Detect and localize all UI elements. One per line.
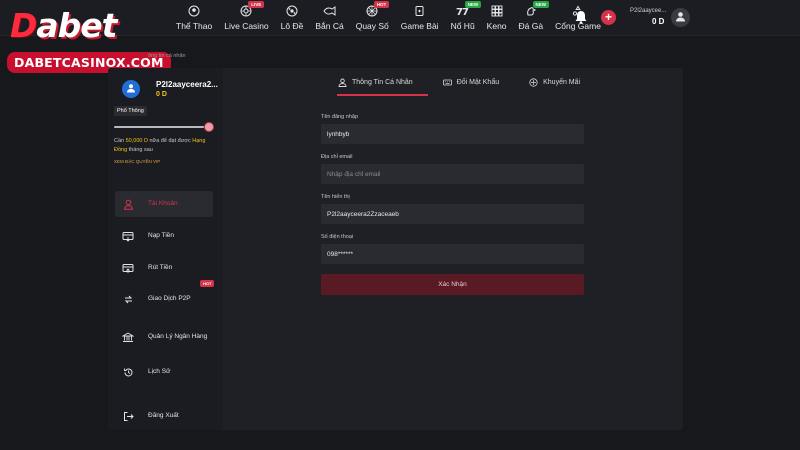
new-badge: NEW [532, 1, 550, 8]
nav-item-no-hu[interactable]: NEW 77 Nổ Hũ [445, 1, 482, 33]
tab-label: Khuyến Mãi [543, 78, 581, 86]
history-icon [122, 366, 134, 378]
sidebar-item-label: Giao Dịch P2P [148, 295, 191, 302]
tier-progress-marker [204, 122, 214, 132]
username-field[interactable] [321, 124, 584, 144]
new-badge: NEW [464, 1, 482, 8]
header-avatar[interactable] [671, 8, 690, 27]
logo-wordmark: Dabet [10, 6, 117, 45]
tab-label: Thông Tin Cá Nhân [352, 78, 413, 86]
note-middle: nữa để đạt được [147, 138, 193, 144]
hot-badge: HOT [200, 280, 215, 287]
username-label: Tên đăng nhập [321, 114, 359, 120]
nav-item-lo-de[interactable]: Lô Đề [275, 3, 310, 33]
sidebar-item-label: Lịch Sử [148, 368, 171, 375]
nav-item-ban-ca[interactable]: Bắn Cá [309, 3, 349, 33]
gift-icon [529, 77, 538, 87]
tab-promotions[interactable]: Khuyến Mãi [514, 68, 595, 96]
sidebar-item-bank[interactable]: Quản Lý Ngân Hàng [115, 322, 213, 352]
sidebar-item-withdraw[interactable]: Rút Tiền [115, 255, 213, 281]
tab-label: Đổi Mật Khẩu [456, 78, 500, 86]
tier-progress-note: Cần 50,000 D nữa để đạt được Hạng Đồng t… [114, 137, 218, 155]
cards-icon [413, 4, 427, 18]
breadcrumb: ông tin cá nhân [148, 53, 186, 59]
sidebar-item-label: Rút Tiền [148, 264, 173, 271]
deposit-card-icon [122, 230, 134, 242]
sidebar-item-history[interactable]: Lịch Sử [115, 359, 213, 385]
tier-progress-fill [114, 126, 205, 128]
nav-item-da-ga[interactable]: NEW Đá Gà [513, 1, 550, 33]
nav-label: Live Casino [224, 21, 269, 31]
bell-icon[interactable] [573, 9, 589, 25]
logout-icon [122, 410, 134, 422]
confirm-button[interactable]: Xác Nhận [321, 274, 584, 295]
nav-label: Lô Đề [280, 21, 304, 31]
nav-item-game-bai[interactable]: Game Bài [395, 3, 445, 33]
nav-item-the-thao[interactable]: Thể Thao [170, 3, 218, 33]
nav-item-live-casino[interactable]: LIVE Live Casino [218, 1, 274, 33]
user-icon [122, 198, 134, 210]
note-prefix: Cần [114, 138, 126, 144]
profile-balance: 0 D [156, 91, 167, 98]
svg-text:7: 7 [462, 7, 469, 17]
brand-logo[interactable]: Dabet DABETCASINOX.COM [6, 6, 171, 76]
nav-label: Thể Thao [176, 21, 213, 31]
live-badge: LIVE [248, 1, 265, 8]
nav-label: Keno [486, 21, 507, 31]
p2p-transfer-icon [122, 293, 134, 305]
vip-privileges-link[interactable]: XEM ĐẶC QUYỀN VIP [114, 159, 160, 164]
personal-info-form: Tên đăng nhập Địa chỉ email Tên hiển thị… [321, 114, 584, 295]
display-name-field[interactable] [321, 204, 584, 224]
keyboard-icon [442, 78, 452, 87]
phone-field[interactable] [321, 244, 584, 264]
tab-change-password[interactable]: Đổi Mật Khẩu [428, 68, 514, 96]
tab-personal-info[interactable]: Thông Tin Cá Nhân [323, 68, 428, 96]
display-name-label: Tên hiển thị [321, 194, 350, 200]
keno-grid-icon [490, 4, 504, 18]
nav-label: Nổ Hũ [450, 21, 475, 31]
account-sidebar: P2l2aayceera2... 0 D Phổ Thông Cần 50,00… [108, 68, 223, 430]
note-suffix: tháng sau [127, 147, 153, 153]
profile-name: P2l2aayceera2... [156, 80, 218, 89]
main-nav: Thể Thao LIVE Live Casino Lô Đề Bắn Cá H… [170, 1, 607, 33]
sidebar-item-label: Tài Khoản [148, 200, 178, 207]
nav-item-quay-so[interactable]: HOT Quay Số [350, 1, 395, 33]
nav-label: Game Bài [400, 21, 439, 31]
user-icon [338, 78, 347, 87]
user-icon [126, 80, 136, 98]
header-username: P2l2aaycee... [630, 8, 667, 14]
account-tabs: Thông Tin Cá Nhân Đổi Mật Khẩu Khuyến Mã… [323, 68, 595, 96]
nav-label: Đá Gà [518, 21, 544, 31]
sidebar-item-account[interactable]: Tài Khoản [115, 191, 213, 217]
tier-progress-bar [114, 126, 209, 128]
sidebar-item-label: Đăng Xuất [148, 412, 179, 419]
email-label: Địa chỉ email [321, 154, 353, 160]
soccer-ball-icon [187, 4, 201, 18]
fish-icon [323, 4, 337, 18]
withdraw-card-icon [122, 262, 134, 274]
bank-icon [122, 331, 134, 343]
hot-badge: HOT [373, 1, 390, 8]
account-panel: P2l2aayceera2... 0 D Phổ Thông Cần 50,00… [108, 68, 683, 430]
sidebar-item-logout[interactable]: Đăng Xuất [115, 403, 213, 429]
note-amount: 50,000 D [125, 138, 148, 144]
user-icon [675, 9, 686, 27]
avatar [122, 80, 140, 98]
nav-item-keno[interactable]: Keno [481, 3, 513, 33]
email-field[interactable] [321, 164, 584, 184]
sidebar-item-label: Nạp Tiền [148, 232, 175, 239]
deposit-plus-button[interactable]: + [601, 10, 616, 25]
nav-label: Bắn Cá [315, 21, 344, 31]
nav-label: Quay Số [355, 21, 389, 31]
phone-label: Số điện thoại [321, 234, 354, 240]
sidebar-item-deposit[interactable]: Nạp Tiền [115, 223, 213, 249]
sidebar-item-label: Quản Lý Ngân Hàng [148, 333, 208, 340]
vip-tier-badge: Phổ Thông [114, 106, 147, 116]
header-balance: 0 D [652, 17, 665, 26]
lottery-ball-icon [285, 4, 299, 18]
sidebar-item-p2p[interactable]: HOT Giao Dịch P2P [115, 280, 215, 312]
